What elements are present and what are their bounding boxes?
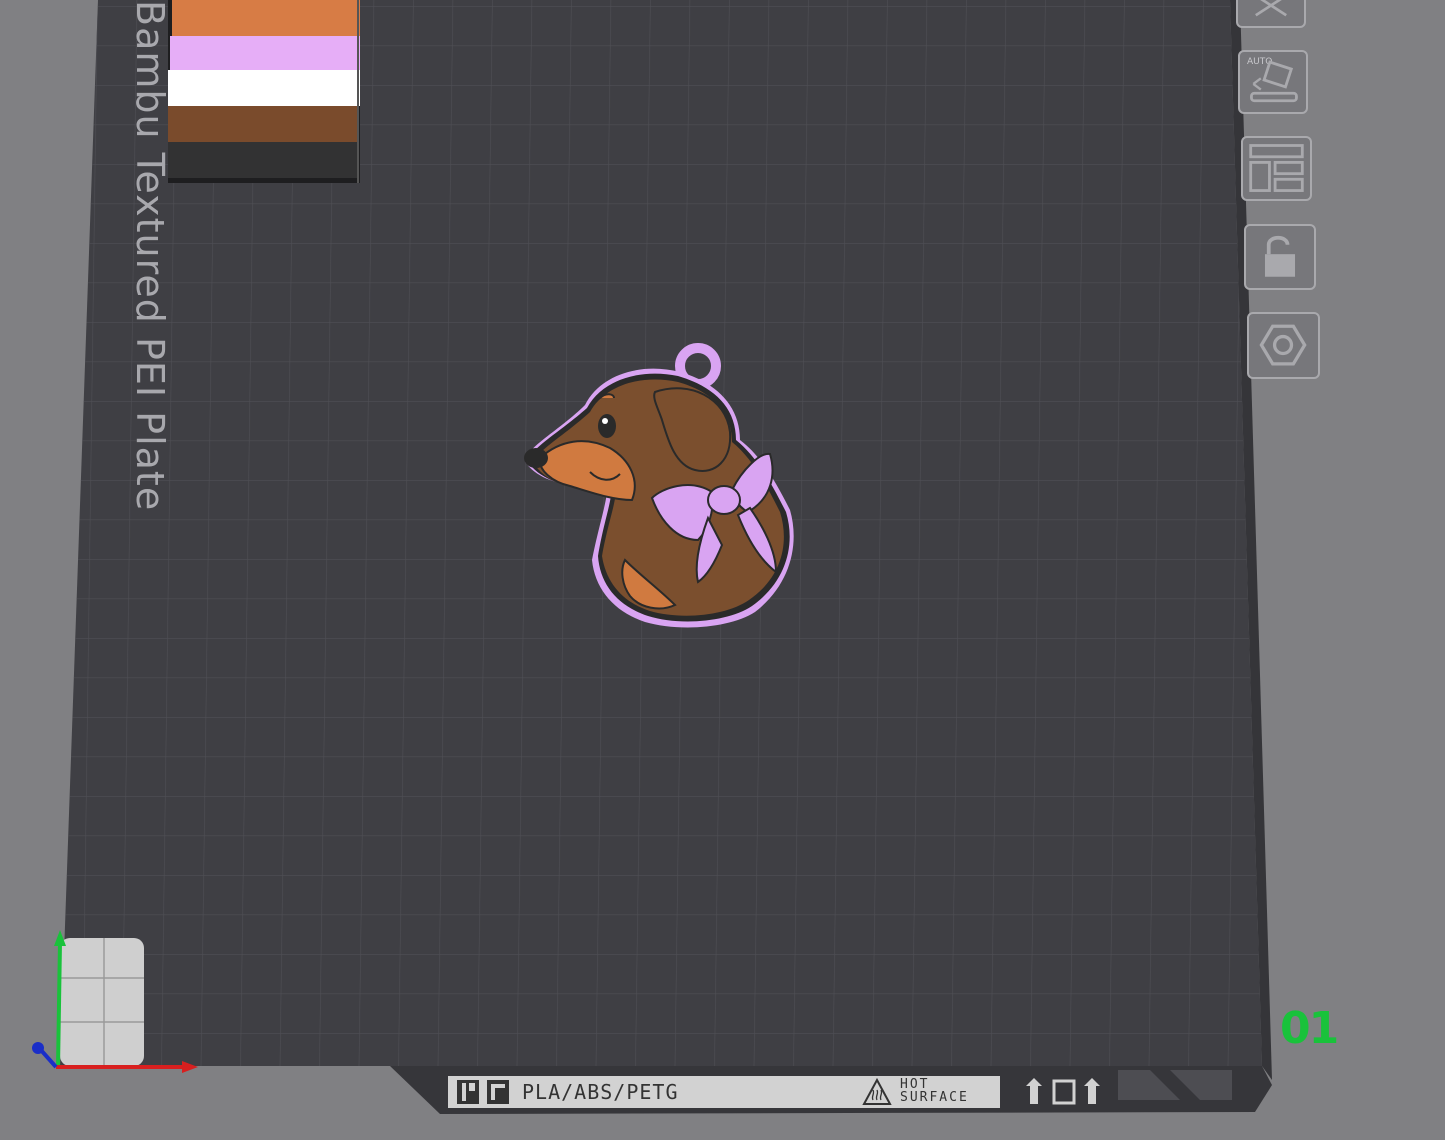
arrange-icon[interactable] [1241, 136, 1312, 201]
lock-icon[interactable] [1244, 224, 1316, 290]
material-label: PLA/ABS/PETG [522, 1080, 679, 1104]
close-icon[interactable] [1236, 0, 1306, 28]
build-plate-viewport[interactable] [0, 0, 1445, 1140]
plate-type-icon [457, 1080, 479, 1104]
filament-swatch-2 [170, 36, 360, 70]
filament-swatch-1 [172, 0, 360, 36]
auto-orient-icon[interactable]: AUTO [1238, 50, 1308, 114]
filament-swatch-3 [168, 70, 360, 106]
plate-legend-strip: PLA/ABS/PETG HOT SURFACE [448, 1076, 1000, 1108]
filament-swatch-5 [168, 142, 358, 178]
plate-name-label: Bambu Textured PEI Plate [128, 0, 172, 512]
plate-pattern-icon [487, 1080, 509, 1104]
origin-tile [60, 938, 144, 1066]
filament-swatch-4 [168, 106, 358, 142]
warning-line-2: SURFACE [900, 1090, 969, 1105]
plate-settings-icon[interactable] [1247, 312, 1320, 379]
plate-number[interactable]: 01 [1280, 1003, 1339, 1054]
y-axis [56, 941, 62, 1069]
plate-orientation-icon [1026, 1078, 1100, 1105]
filament-swatch-block[interactable] [168, 0, 360, 183]
hot-surface-icon [862, 1078, 892, 1105]
